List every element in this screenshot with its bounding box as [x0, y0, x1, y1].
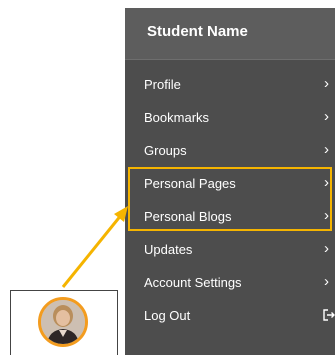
pointer-arrow: [61, 206, 128, 288]
menu-item-account-settings[interactable]: Account Settings ›: [125, 267, 335, 299]
menu-item-log-out[interactable]: Log Out: [125, 300, 335, 332]
avatar[interactable]: [38, 297, 88, 347]
avatar-frame: [10, 290, 118, 355]
menu-item-label: Profile: [144, 77, 181, 92]
menu-item-label: Personal Blogs: [144, 209, 232, 224]
menu-item-updates[interactable]: Updates ›: [125, 234, 335, 266]
menu-item-bookmarks[interactable]: Bookmarks ›: [125, 102, 335, 134]
menu-item-personal-blogs[interactable]: Personal Blogs ›: [125, 201, 335, 233]
chevron-right-icon: ›: [324, 108, 329, 125]
menu-item-groups[interactable]: Groups ›: [125, 135, 335, 167]
logout-icon: [323, 309, 335, 321]
chevron-right-icon: ›: [324, 75, 329, 92]
menu-item-label: Account Settings: [144, 275, 242, 290]
avatar-photo: [41, 300, 85, 344]
menu-header: Student Name: [125, 8, 335, 60]
menu-item-label: Groups: [144, 143, 187, 158]
menu-item-profile[interactable]: Profile ›: [125, 69, 335, 101]
chevron-right-icon: ›: [324, 141, 329, 158]
chevron-right-icon: ›: [324, 207, 329, 224]
student-name: Student Name: [147, 23, 248, 40]
menu-item-label: Bookmarks: [144, 110, 210, 125]
chevron-right-icon: ›: [324, 240, 329, 257]
chevron-right-icon: ›: [324, 273, 329, 290]
menu-item-label: Personal Pages: [144, 176, 236, 191]
chevron-right-icon: ›: [324, 174, 329, 191]
menu-item-personal-pages[interactable]: Personal Pages ›: [125, 168, 335, 200]
menu-item-label: Updates: [144, 242, 193, 257]
user-dropdown-menu: Student Name Profile › Bookmarks › Group…: [125, 8, 335, 355]
menu-item-label: Log Out: [144, 308, 191, 323]
